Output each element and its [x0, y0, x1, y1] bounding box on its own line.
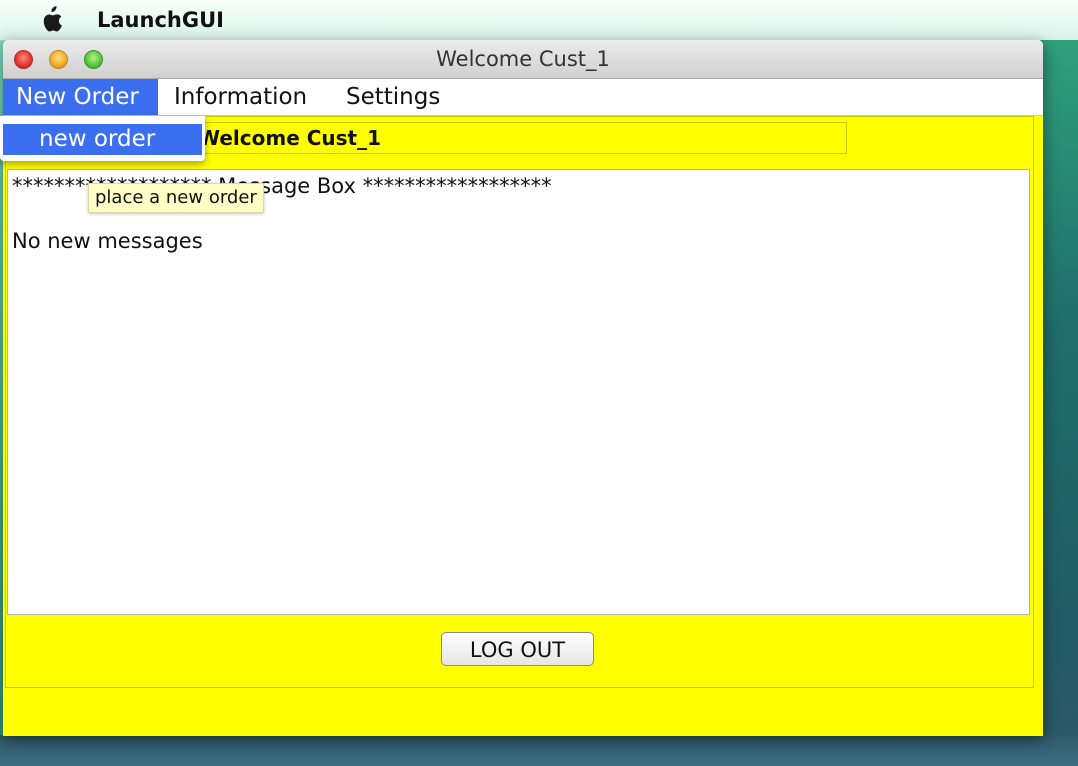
message-text: No new messages [12, 229, 203, 253]
system-menubar: LaunchGUI [0, 0, 1078, 41]
app-name[interactable]: LaunchGUI [97, 6, 224, 34]
dropdown-item-new-order[interactable]: new order [3, 124, 202, 155]
desktop-background-bottom [0, 735, 1078, 766]
menu-new-order[interactable]: New Order [3, 79, 158, 115]
window-title: Welcome Cust_1 [436, 47, 610, 71]
new-order-dropdown: new order [0, 116, 205, 161]
message-box[interactable]: ******************* Message Box ********… [7, 169, 1030, 615]
tooltip: place a new order [88, 183, 264, 213]
menu-information[interactable]: Information [161, 79, 320, 115]
app-menubar: New Order Information Settings [3, 79, 1043, 116]
menu-settings[interactable]: Settings [333, 79, 453, 115]
logout-button[interactable]: LOG OUT [441, 632, 594, 666]
apple-icon[interactable] [38, 6, 64, 34]
welcome-field: Welcome Cust_1 [193, 122, 847, 154]
window-titlebar[interactable]: Welcome Cust_1 [3, 40, 1043, 79]
desktop-background [1040, 40, 1078, 766]
